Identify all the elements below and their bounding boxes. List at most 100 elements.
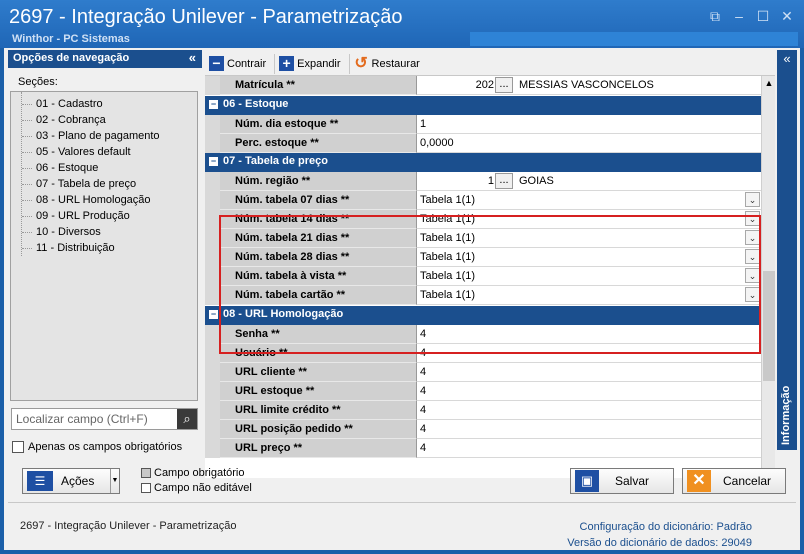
search-icon[interactable]: ⌕ xyxy=(177,409,197,429)
minimize-icon[interactable]: – xyxy=(732,9,746,23)
field-usuario[interactable]: 4 xyxy=(416,344,761,363)
expandir-button[interactable]: + Expandir xyxy=(279,53,350,74)
nav-item-url-homologacao[interactable]: 08 - URL Homologação xyxy=(22,192,160,208)
section-url-homologacao[interactable]: −08 - URL Homologação xyxy=(205,306,761,325)
sections-label: Seções: xyxy=(18,76,58,88)
contrair-button[interactable]: − Contrair xyxy=(209,53,276,74)
matricula-lookup-button[interactable]: ... xyxy=(495,77,513,93)
select-tab14[interactable]: Tabela 1(1) ⌄ xyxy=(416,210,761,229)
search-field-input[interactable]: Localizar campo (Ctrl+F) xyxy=(11,408,198,430)
row-tab07: Núm. tabela 07 dias ** Tabela 1(1) ⌄ xyxy=(205,191,761,210)
plus-icon: + xyxy=(279,56,295,71)
matricula-name: MESSIAS VASCONCELOS xyxy=(519,79,654,91)
row-senha: Senha ** 4 xyxy=(205,325,761,344)
title-decoration xyxy=(470,32,798,46)
label-usuario: Usuário ** xyxy=(220,344,416,363)
restaurar-label: Restaurar xyxy=(371,57,420,70)
collapse-toggle-icon[interactable]: − xyxy=(209,157,218,166)
legend-required: Campo obrigatório xyxy=(141,467,245,479)
section-estoque[interactable]: −06 - Estoque xyxy=(205,96,761,115)
row-url-preco: URL preço ** 4 xyxy=(205,439,761,458)
acoes-label: Ações xyxy=(61,474,95,488)
label-dia-estoque: Núm. dia estoque ** xyxy=(220,115,416,134)
info-panel-label: Informação xyxy=(780,385,792,445)
field-perc-estoque[interactable]: 0,0000 xyxy=(416,134,761,153)
regiao-name: GOIAS xyxy=(519,175,554,187)
nav-item-url-producao[interactable]: 09 - URL Produção xyxy=(22,208,160,224)
field-matricula[interactable]: 202 ... MESSIAS VASCONCELOS xyxy=(416,76,761,95)
nav-item-plano-pagamento[interactable]: 03 - Plano de pagamento xyxy=(22,128,160,144)
select-tabvista[interactable]: Tabela 1(1) ⌄ xyxy=(416,267,761,286)
regiao-lookup-button[interactable]: ... xyxy=(495,173,513,189)
select-tab21[interactable]: Tabela 1(1) ⌄ xyxy=(416,229,761,248)
expand-info-icon[interactable]: « xyxy=(777,51,797,66)
tab28-value: Tabela 1(1) xyxy=(420,251,476,263)
field-url-limite[interactable]: 4 xyxy=(416,401,761,420)
restore-icon[interactable]: ⧉ xyxy=(708,9,722,23)
row-url-cliente: URL cliente ** 4 xyxy=(205,363,761,382)
version-value: 29049 xyxy=(721,537,752,549)
chevron-down-icon[interactable]: ⌄ xyxy=(745,230,760,245)
collapse-toggle-icon[interactable]: − xyxy=(209,100,218,109)
only-required-label: Apenas os campos obrigatórios xyxy=(28,441,183,453)
close-icon[interactable]: ✕ xyxy=(780,9,794,23)
nav-item-cadastro[interactable]: 01 - Cadastro xyxy=(22,96,160,112)
field-url-posicao[interactable]: 4 xyxy=(416,420,761,439)
salvar-label: Salvar xyxy=(615,474,650,488)
nav-item-estoque[interactable]: 06 - Estoque xyxy=(22,160,160,176)
collapse-toggle-icon[interactable]: − xyxy=(209,310,218,319)
minus-icon: − xyxy=(209,56,224,71)
section-tabela-preco[interactable]: −07 - Tabela de preço xyxy=(205,153,761,172)
chevron-down-icon[interactable]: ⌄ xyxy=(745,249,760,264)
section-url-homologacao-title: 08 - URL Homologação xyxy=(223,308,344,320)
field-dia-estoque[interactable]: 1 xyxy=(416,115,761,134)
select-tab28[interactable]: Tabela 1(1) ⌄ xyxy=(416,248,761,267)
nav-item-valores-default[interactable]: 05 - Valores default xyxy=(22,144,160,160)
salvar-button[interactable]: ▣ Salvar xyxy=(570,468,674,494)
label-url-preco: URL preço ** xyxy=(220,439,416,458)
nav-item-diversos[interactable]: 10 - Diversos xyxy=(22,224,160,240)
chevron-down-icon[interactable]: ⌄ xyxy=(745,287,760,302)
acoes-button[interactable]: ☰ Ações ▼ xyxy=(22,468,120,494)
dropdown-arrow-icon[interactable]: ▼ xyxy=(110,469,119,493)
select-tab07[interactable]: Tabela 1(1) ⌄ xyxy=(416,191,761,210)
restaurar-button[interactable]: ↺ Restaurar xyxy=(354,54,428,74)
field-url-cliente[interactable]: 4 xyxy=(416,363,761,382)
row-perc-estoque: Perc. estoque ** 0,0000 xyxy=(205,134,761,153)
select-tabcartao[interactable]: Tabela 1(1) ⌄ xyxy=(416,286,761,305)
only-required-checkbox-row[interactable]: Apenas os campos obrigatórios xyxy=(12,441,182,453)
chevron-down-icon[interactable]: ⌄ xyxy=(745,192,760,207)
field-regiao[interactable]: 1 ... GOIAS xyxy=(416,172,761,191)
field-senha[interactable]: 4 xyxy=(416,325,761,344)
grid-toolbar: − Contrair + Expandir ↺ Restaurar xyxy=(205,52,775,76)
maximize-icon[interactable]: ☐ xyxy=(756,9,770,23)
row-url-posicao: URL posição pedido ** 4 xyxy=(205,420,761,439)
row-tab28: Núm. tabela 28 dias ** Tabela 1(1) ⌄ xyxy=(205,248,761,267)
label-url-cliente: URL cliente ** xyxy=(220,363,416,382)
info-panel[interactable]: « Informação xyxy=(777,50,797,450)
label-tabcartao: Núm. tabela cartão ** xyxy=(220,286,416,305)
nav-item-tabela-preco[interactable]: 07 - Tabela de preço xyxy=(22,176,160,192)
title-bar: 2697 - Integração Unilever - Parametriza… xyxy=(0,0,804,48)
label-perc-estoque: Perc. estoque ** xyxy=(220,134,416,153)
footer-divider xyxy=(8,502,796,503)
chevron-down-icon[interactable]: ⌄ xyxy=(745,211,760,226)
nav-item-cobranca[interactable]: 02 - Cobrança xyxy=(22,112,160,128)
cancelar-button[interactable]: ✕ Cancelar xyxy=(682,468,786,494)
grid-scrollbar[interactable]: ▲ ▼ xyxy=(761,76,775,478)
label-regiao: Núm. região ** xyxy=(220,172,416,191)
section-tabela-preco-title: 07 - Tabela de preço xyxy=(223,155,328,167)
nav-item-distribuicao[interactable]: 11 - Distribuição xyxy=(22,240,160,256)
chevron-down-icon[interactable]: ⌄ xyxy=(745,268,760,283)
scroll-thumb[interactable] xyxy=(763,271,775,381)
scroll-up-icon[interactable]: ▲ xyxy=(762,76,776,90)
collapse-nav-icon[interactable]: « xyxy=(189,50,196,65)
legend-noneditable-label: Campo não editável xyxy=(154,482,252,494)
legend-noneditable: Campo não editável xyxy=(141,482,252,494)
field-url-preco[interactable]: 4 xyxy=(416,439,761,458)
field-url-estoque[interactable]: 4 xyxy=(416,382,761,401)
nav-header: Opções de navegação « xyxy=(8,50,202,68)
only-required-checkbox[interactable] xyxy=(12,441,24,453)
cancelar-label: Cancelar xyxy=(723,474,772,488)
label-matricula: Matrícula ** xyxy=(220,76,416,95)
